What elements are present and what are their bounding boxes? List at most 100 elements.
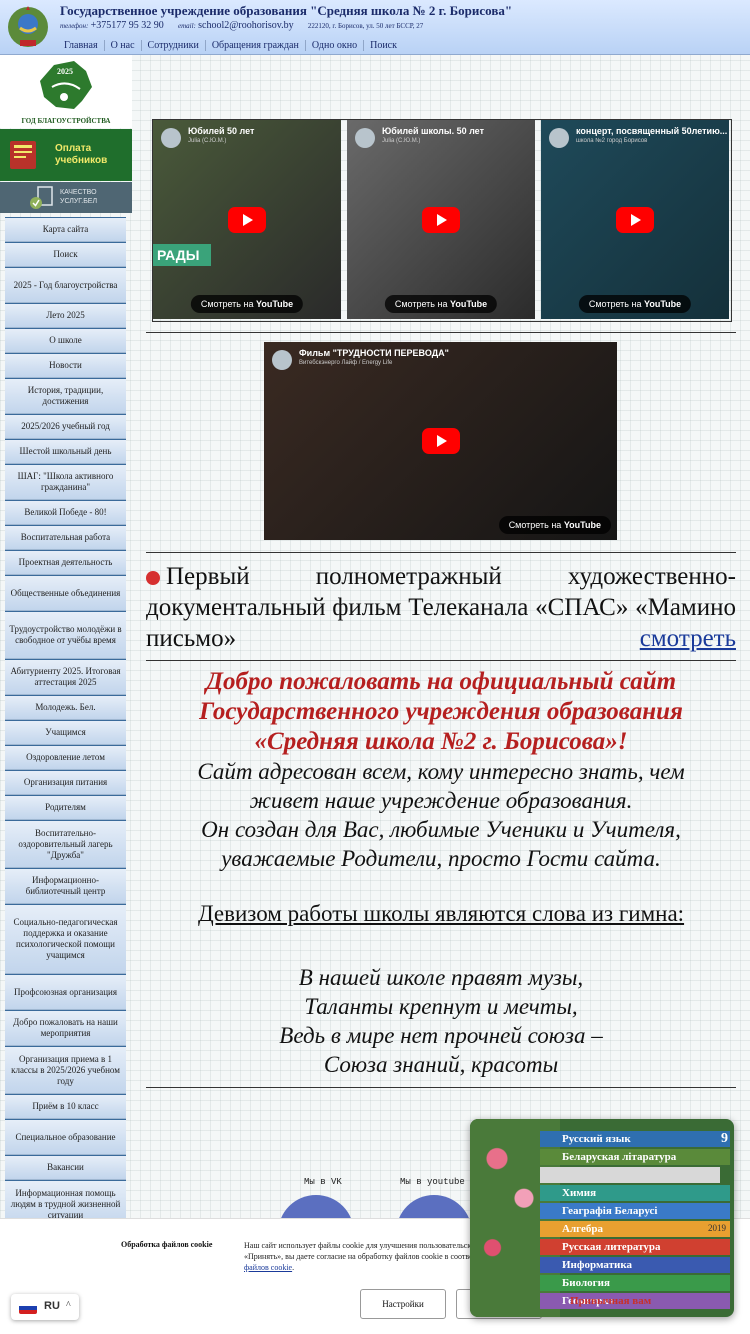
menu-item[interactable]: Учащимся — [5, 720, 126, 745]
video-channel: школа №2 город Борисов — [576, 138, 648, 144]
video-player[interactable]: Юбилей школы. 50 лет Julia (С.Ю.М.) Смот… — [347, 120, 535, 319]
menu-item[interactable]: Специальное образование — [5, 1119, 126, 1155]
nav-staff[interactable]: Сотрудники — [142, 40, 206, 51]
textbook-payment-banner[interactable]: Оплата учебников — [0, 129, 132, 181]
watch-on-youtube-button[interactable]: Смотреть на YouTube — [384, 295, 498, 313]
language-switcher[interactable]: RU ^ — [11, 1294, 79, 1320]
play-button[interactable] — [616, 206, 654, 233]
video-title: Фильм "ТРУДНОСТИ ПЕРЕВОДА" — [299, 348, 449, 358]
chevron-up-icon: ^ — [66, 1300, 71, 1311]
menu-item[interactable]: Лето 2025 — [5, 303, 126, 328]
youtube-logo: YouTube — [563, 520, 601, 530]
video-row: Юбилей 50 лет Julia (С.Ю.М.) РАДЫ Смотре… — [152, 119, 732, 322]
menu-item[interactable]: Информационно-библиотечный центр — [5, 868, 126, 904]
book-spine: Алгебра — [540, 1221, 730, 1237]
play-button[interactable] — [421, 428, 460, 454]
nav-one-window[interactable]: Одно окно — [306, 40, 365, 51]
menu-item[interactable]: 2025/2026 учебный год — [5, 414, 126, 439]
welcome-block: Добро пожаловать на официальный сайт Гос… — [146, 667, 736, 873]
menu-item[interactable]: Общественные объединения — [5, 575, 126, 611]
book-spine: Биология — [540, 1275, 730, 1291]
menu-item[interactable]: 2025 - Год благоустройства — [5, 267, 126, 303]
menu-item[interactable]: Родителям — [5, 795, 126, 820]
menu-item[interactable]: ШАГ: "Школа активного гражданина" — [5, 464, 126, 500]
nav-appeals[interactable]: Обращения граждан — [206, 40, 306, 51]
play-button[interactable] — [228, 206, 266, 233]
watch-label: Смотреть на — [588, 299, 642, 309]
watch-label: Смотреть на — [200, 299, 254, 309]
watch-on-youtube-button[interactable]: Смотреть на YouTube — [190, 295, 304, 313]
sidebar: 2025 ГОД БЛАГОУСТРОЙСТВА Оплата учебнико… — [0, 55, 132, 1333]
menu-item[interactable]: Абитуриенту 2025. Итоговая аттестация 20… — [5, 659, 126, 695]
channel-avatar — [161, 128, 181, 148]
book-spine: Русский язык — [540, 1131, 730, 1147]
language-code: RU — [44, 1300, 60, 1312]
menu-item[interactable]: О школе — [5, 328, 126, 353]
watch-on-youtube-button[interactable]: Смотреть на YouTube — [498, 516, 611, 534]
menu-item[interactable]: Проектная деятельность — [5, 550, 126, 575]
cookie-settings-button[interactable]: Настройки — [360, 1289, 446, 1319]
video-title: Юбилей школы. 50 лет — [382, 126, 484, 136]
menu-item[interactable]: Добро пожаловать на наши мероприятия — [5, 1010, 126, 1046]
year-map-icon — [40, 61, 92, 109]
site-title: Государственное учреждение образования "… — [60, 3, 513, 18]
watch-on-youtube-button[interactable]: Смотреть на YouTube — [578, 295, 692, 313]
channel-avatar — [355, 128, 375, 148]
menu-item[interactable]: История, традиции, достижения — [5, 378, 126, 414]
pay-label-line1: Оплата — [55, 143, 92, 154]
edition-year: 2019 — [708, 1223, 726, 1233]
menu-item[interactable]: Организация приема в 1 классы в 2025/202… — [5, 1046, 126, 1094]
year-badge: 2025 — [57, 67, 73, 76]
menu-item[interactable]: Организация питания — [5, 770, 126, 795]
grade-badge: 9 — [721, 1131, 728, 1146]
anthem-poem: В нашей школе правят музы, Таланты крепн… — [146, 963, 736, 1079]
book-spine: Русская литература — [540, 1239, 730, 1255]
phone-number[interactable]: +375177 95 32 90 — [91, 20, 164, 31]
cookie-title: Обработка файлов cookie — [121, 1240, 213, 1249]
welcome-line-2: живет наше учреждение образования. — [249, 788, 633, 813]
menu-item[interactable]: Шестой школьный день — [5, 439, 126, 464]
motto: Девизом работы школы являются слова из г… — [197, 901, 685, 926]
service-quality-banner[interactable]: КАЧЕСТВО УСЛУГ.БЕЛ — [0, 182, 132, 213]
textbook-icon — [10, 141, 36, 169]
year-of-improvement-banner[interactable]: 2025 ГОД БЛАГОУСТРОЙСТВА — [0, 55, 132, 128]
menu-item[interactable]: Профсоюзная организация — [5, 974, 126, 1010]
quality-label-line2: УСЛУГ.БЕЛ — [60, 198, 98, 205]
video-player[interactable]: Фильм "ТРУДНОСТИ ПЕРЕВОДА" Витебскэнерго… — [264, 342, 617, 540]
menu-item[interactable]: Приём в 10 класс — [5, 1094, 126, 1119]
menu-item[interactable]: Поиск — [5, 242, 126, 267]
menu-item[interactable]: Молодежь. Бел. — [5, 695, 126, 720]
nav-about[interactable]: О нас — [105, 40, 142, 51]
welcome-heading-3: «Средняя школа №2 г. Борисова»! — [254, 728, 628, 755]
nav-search[interactable]: Поиск — [364, 40, 403, 51]
ad-tagline: Привычная вам — [570, 1295, 652, 1307]
play-button[interactable] — [422, 206, 460, 233]
watch-label: Смотреть на — [508, 520, 562, 530]
menu-item[interactable]: Новости — [5, 353, 126, 378]
video-player[interactable]: Юбилей 50 лет Julia (С.Ю.М.) РАДЫ Смотре… — [153, 120, 341, 319]
video-player[interactable]: концерт, посвященный 50летию... школа №2… — [541, 120, 729, 319]
channel-avatar — [549, 128, 569, 148]
menu-item[interactable]: Воспитательно-оздоровительный лагерь "Др… — [5, 820, 126, 868]
welcome-heading-2: Государственного учреждения образования — [199, 698, 683, 725]
menu-item[interactable]: Великой Победе - 80! — [5, 500, 126, 525]
book-spine: Геаграфія Беларусі — [540, 1203, 730, 1219]
menu-item[interactable]: Социально-педагогическая поддержка и ока… — [5, 904, 126, 974]
menu-item[interactable]: Трудоустройство молодёжи в свободное от … — [5, 611, 126, 659]
nav-home[interactable]: Главная — [58, 40, 105, 51]
video-channel: Julia (С.Ю.М.) — [382, 138, 421, 144]
watch-film-link[interactable]: смотреть — [640, 625, 736, 652]
belarus-emblem-icon — [8, 6, 48, 47]
menu-item[interactable]: Вакансии — [5, 1155, 126, 1180]
menu-item[interactable]: Воспитательная работа — [5, 525, 126, 550]
book-spine: Беларуская літаратура — [540, 1149, 730, 1165]
video-title: концерт, посвященный 50летию... — [576, 126, 728, 136]
textbook-ad-popup[interactable]: Русский язык Беларуская літаратура Химия… — [470, 1119, 734, 1317]
menu-item[interactable]: Оздоровление летом — [5, 745, 126, 770]
film-announcement: Первый полнометражный художественно-доку… — [146, 561, 736, 654]
book-spine: Информатика — [540, 1257, 730, 1273]
video-title: Юбилей 50 лет — [188, 126, 255, 136]
email-link[interactable]: school2@roohorisov.by — [198, 20, 294, 31]
menu-item[interactable]: Карта сайта — [5, 217, 126, 242]
book-spine: Химия — [540, 1185, 730, 1201]
